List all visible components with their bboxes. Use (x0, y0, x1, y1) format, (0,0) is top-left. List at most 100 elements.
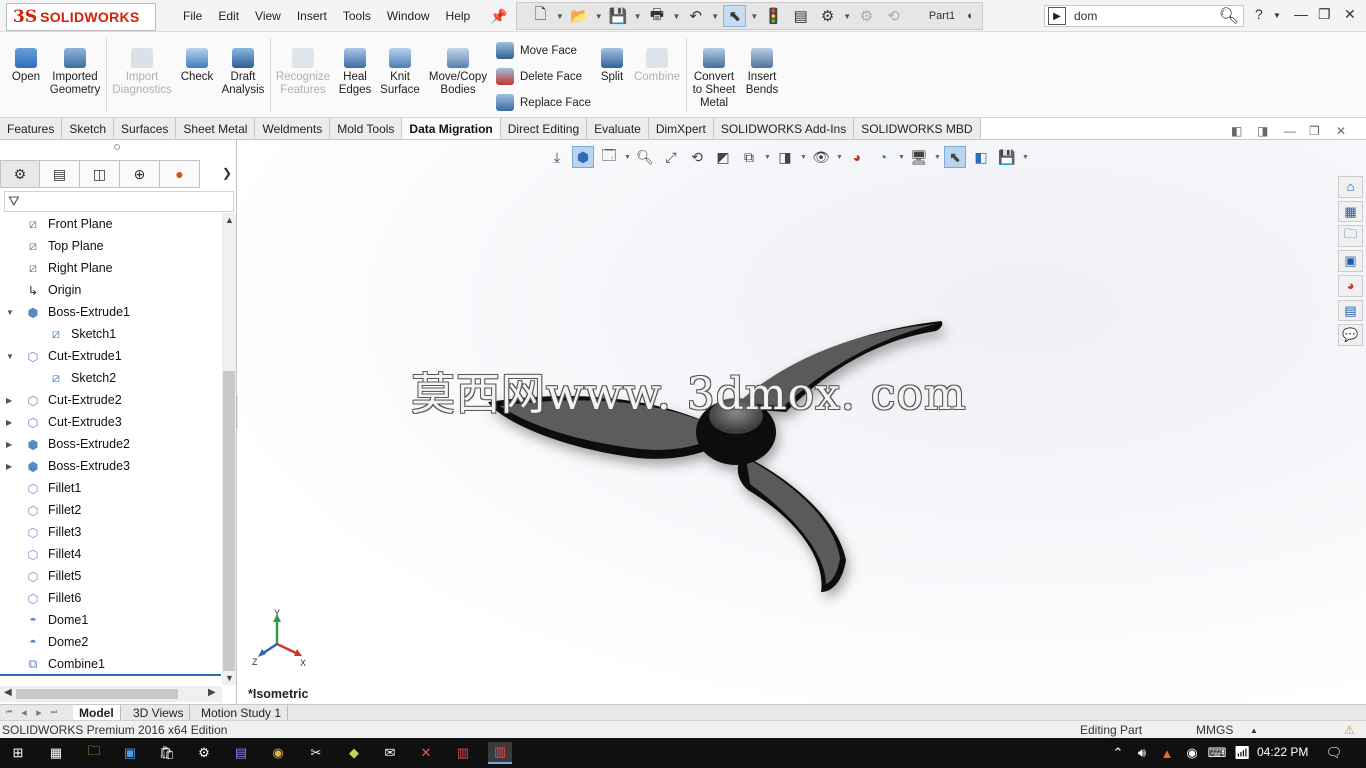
media-taskbar-icon[interactable]: ▤ (229, 742, 253, 764)
feature-tree-item[interactable]: ⧄ Right Plane (0, 257, 222, 279)
options-gear-icon[interactable]: ⚙ (816, 5, 839, 27)
mail-taskbar-icon[interactable]: ✉ (378, 742, 402, 764)
save-dropdown-icon[interactable]: ▼ (634, 12, 642, 21)
menu-window[interactable]: Window (379, 9, 438, 23)
rebuild-notification-icon[interactable]: ⚠ (1344, 723, 1355, 737)
tree-filter[interactable]: ⛛ (4, 191, 234, 212)
tab-sketch[interactable]: Sketch (62, 118, 115, 140)
forum-icon[interactable]: 💬 (1338, 324, 1363, 347)
expand-toggle-icon[interactable]: ▶ (6, 396, 14, 405)
combine-button[interactable]: Combine (632, 48, 682, 84)
expand-toggle-icon[interactable]: ▶ (6, 440, 14, 449)
doc-minimize-icon[interactable]: — (1284, 124, 1296, 138)
taskbar-clock[interactable]: 04:22 PM (1257, 745, 1308, 759)
print-dropdown-icon[interactable]: ▼ (672, 12, 680, 21)
undo-icon[interactable]: ↶ (684, 5, 707, 27)
select-dropdown-icon[interactable]: ▼ (750, 12, 758, 21)
draft-analysis-button[interactable]: Draft Analysis (220, 48, 266, 97)
tree-horizontal-scrollbar[interactable]: ◀ ▶ (0, 686, 222, 702)
pin-icon[interactable]: 📌 (490, 8, 507, 25)
feature-tree-item[interactable]: ⬡ Fillet2 (0, 499, 222, 521)
file-properties-icon[interactable]: ▤ (789, 5, 812, 27)
feature-tree-item[interactable]: ⧉ Combine1 (0, 653, 222, 675)
options-dropdown-icon[interactable]: ▼ (843, 12, 851, 21)
feature-manager-tab-icon[interactable]: ⚙ (0, 160, 40, 188)
solidworks-logo[interactable]: 3S SOLIDWORKS (6, 3, 156, 31)
next-tab-icon[interactable]: ▶ (32, 706, 46, 719)
tile-left-icon[interactable]: ◧ (1231, 124, 1242, 138)
tab-sheet-metal[interactable]: Sheet Metal (176, 118, 256, 140)
menu-insert[interactable]: Insert (289, 9, 335, 23)
menu-view[interactable]: View (247, 9, 289, 23)
feature-tree-item[interactable]: ▼ ⬡ Cut-Extrude1 (0, 345, 222, 367)
tab-evaluate[interactable]: Evaluate (587, 118, 649, 140)
rollback-bar[interactable] (0, 674, 221, 676)
chrome-taskbar-icon[interactable]: ◉ (266, 742, 290, 764)
panel-grip-icon[interactable] (114, 144, 120, 150)
chrome-tray-icon[interactable]: ◉ (1180, 742, 1204, 764)
settings-taskbar-icon[interactable]: ⚙ (192, 742, 216, 764)
scroll-up-icon[interactable]: ▲ (225, 215, 234, 225)
feature-tree-item[interactable]: ⬡ Fillet5 (0, 565, 222, 587)
delete-face-button[interactable]: Delete Face (496, 68, 582, 85)
action-center-icon[interactable]: 🗨 (1322, 742, 1346, 764)
file-explorer-taskbar-icon[interactable]: 🗀 (82, 742, 106, 764)
help-dropdown-icon[interactable]: ▼ (1273, 11, 1281, 20)
x-app-taskbar-icon[interactable]: ✕ (414, 742, 438, 764)
check-button[interactable]: Check (178, 48, 216, 84)
feature-tree-item[interactable]: ▶ ⬡ Cut-Extrude2 (0, 389, 222, 411)
save-icon[interactable]: 💾 (607, 5, 630, 27)
tab-solidworks-add-ins[interactable]: SOLIDWORKS Add-Ins (713, 118, 855, 140)
doc-close-icon[interactable]: ✕ (1336, 124, 1346, 138)
tab-dimxpert[interactable]: DimXpert (648, 118, 714, 140)
units-dropdown-icon[interactable]: ▲ (1250, 726, 1258, 735)
solidworks-active-taskbar-icon[interactable]: ▥ (488, 742, 512, 764)
vlc-tray-icon[interactable]: ▲ (1155, 742, 1179, 764)
app-taskbar-icon[interactable]: ▣ (118, 742, 142, 764)
feature-tree-item[interactable]: ◓ Dome1 (0, 609, 222, 631)
expand-toggle-icon[interactable]: ▶ (6, 462, 14, 471)
appearances-icon[interactable]: ◕ (1338, 275, 1363, 297)
tree-vertical-scrollbar[interactable]: ▲ ▼ (222, 213, 236, 685)
open-dropdown-icon[interactable]: ▼ (595, 12, 603, 21)
tab-features[interactable]: Features (0, 118, 63, 140)
feature-tree-item[interactable]: ⧄ Front Plane (0, 213, 222, 235)
unit-system-selector[interactable]: MMGS (1196, 723, 1233, 737)
feature-tree-item[interactable]: ▼ ⬢ Boss-Extrude1 (0, 301, 222, 323)
calculator-icon[interactable]: ▦ (44, 742, 68, 764)
network-icon[interactable]: 📶︎ (1230, 742, 1254, 764)
open-button[interactable]: Open (8, 48, 44, 84)
graphics-area[interactable]: ⤓ ⬢ 🗔 ▼ 🔍︎ ⤢ ⟲ ◩ ⧉ ▼ ◨ ▼ 👁 ▼ ◕ ◔ ▼ 🖥 ▼ ⬉ ◧ 💾 ▼ (238, 140, 1366, 704)
menu-tools[interactable]: Tools (335, 9, 379, 23)
dimxpert-manager-tab-icon[interactable]: ⊕ (120, 160, 160, 188)
tray-expand-icon[interactable]: ⌃ (1110, 742, 1126, 764)
feature-tree-item[interactable]: ⧄ Top Plane (0, 235, 222, 257)
insert-bends-button[interactable]: Insert Bends (742, 48, 782, 97)
display-manager-tab-icon[interactable]: ● (160, 160, 200, 188)
tab-surfaces[interactable]: Surfaces (114, 118, 177, 140)
feature-tree-item[interactable]: ▶ ⬢ Boss-Extrude3 (0, 455, 222, 477)
feature-tree-item[interactable]: ↳ Origin (0, 279, 222, 301)
menu-edit[interactable]: Edit (210, 9, 247, 23)
recognize-features-button[interactable]: Recognize Features (274, 48, 332, 97)
last-tab-icon[interactable]: ⏭ (47, 706, 61, 719)
feature-tree-item[interactable]: ◓ Dome2 (0, 631, 222, 653)
prev-tab-icon[interactable]: ◀ (17, 706, 31, 719)
feature-tree-item[interactable]: ⬡ Fillet4 (0, 543, 222, 565)
windows-start-icon[interactable]: ⊞ (6, 742, 30, 764)
property-manager-tab-icon[interactable]: ▤ (40, 160, 80, 188)
scroll-down-icon[interactable]: ▼ (225, 673, 234, 683)
tab-motion-study-1[interactable]: Motion Study 1 (195, 705, 289, 720)
vertical-scroll-thumb[interactable] (223, 371, 235, 671)
convert-to-sheet-metal-button[interactable]: Convert to Sheet Metal (690, 48, 738, 110)
restore-window-icon[interactable]: ❐ (1318, 6, 1331, 23)
select-pointer-icon[interactable]: ⬉ (723, 5, 747, 27)
view-palette-task-icon[interactable]: ▣ (1338, 250, 1363, 273)
expand-toggle-icon[interactable]: ▶ (6, 418, 14, 427)
tool-taskbar-icon[interactable]: ✂ (304, 742, 328, 764)
help-icon[interactable]: ? (1255, 6, 1263, 22)
feature-tree-item[interactable]: ⬡ Fillet1 (0, 477, 222, 499)
menu-file[interactable]: File (175, 9, 210, 23)
configuration-manager-tab-icon[interactable]: ◫ (80, 160, 120, 188)
undo-dropdown-icon[interactable]: ▼ (711, 12, 719, 21)
